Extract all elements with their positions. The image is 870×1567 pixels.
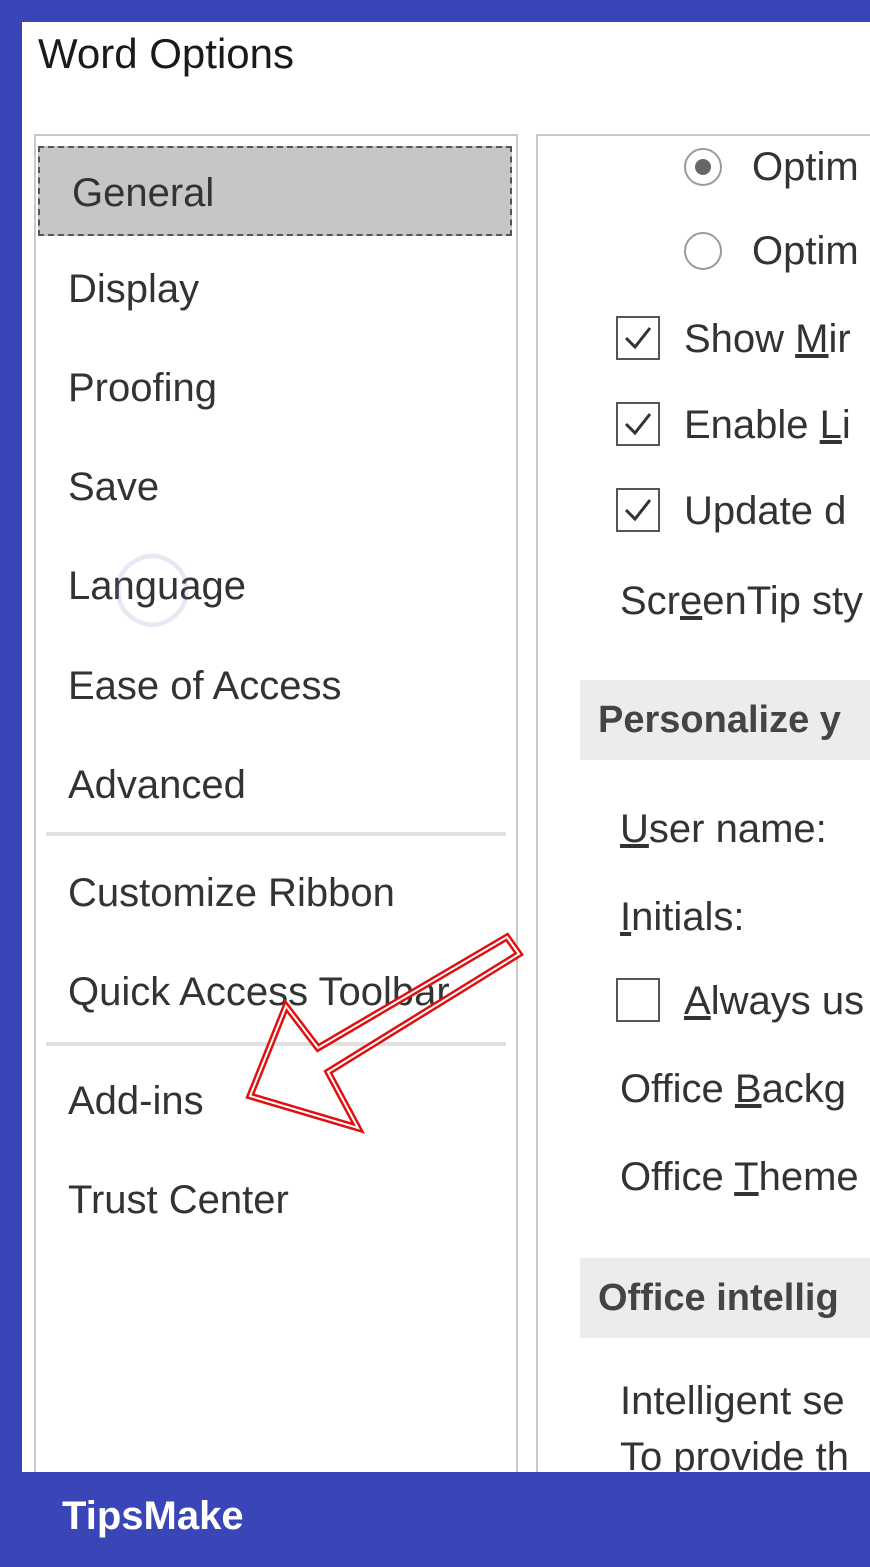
checkbox-always-label: Always us [684,979,865,1023]
options-content: Optim Optim Show Mir Enable Li Update d … [536,134,870,1472]
section-office-intelligent: Office intellig [580,1258,870,1338]
nav-item-display[interactable]: Display [36,244,516,334]
nav-item-general[interactable]: General [38,146,512,236]
checkbox-show-mini-toolbar[interactable] [616,316,660,360]
initials-label: Initials: [620,895,745,939]
radio-option-1[interactable] [684,148,722,186]
checkmark-icon [624,499,652,522]
nav-item-add-ins[interactable]: Add-ins [36,1056,516,1146]
screentip-style-label: ScreenTip sty [620,579,864,623]
radio-option-1-label: Optim [752,145,859,189]
checkbox-enable-live-preview[interactable] [616,402,660,446]
checkbox-show-label: Show Mir [684,317,851,361]
footer-brand: TipsMake [62,1494,244,1538]
intelligent-services-text-1: Intelligent se [620,1379,845,1423]
options-nav: General Display Proofing Save Language E… [34,134,518,1472]
word-options-window: Word Options General Display Proofing Sa… [22,22,870,1472]
radio-option-2[interactable] [684,232,722,270]
checkmark-icon [624,413,652,436]
nav-item-language[interactable]: Language [36,541,516,631]
checkbox-enable-label: Enable Li [684,403,851,447]
nav-item-customize-ribbon[interactable]: Customize Ribbon [36,848,516,938]
nav-separator [46,832,506,836]
nav-item-save[interactable]: Save [36,442,516,532]
nav-separator [46,1042,506,1046]
nav-item-advanced[interactable]: Advanced [36,740,516,830]
nav-item-quick-access-toolbar[interactable]: Quick Access Toolbar [36,947,516,1037]
checkbox-update-document[interactable] [616,488,660,532]
window-title: Word Options [38,30,294,77]
checkmark-icon [624,327,652,350]
user-name-label: User name: [620,807,827,851]
office-background-label: Office Backg [620,1067,847,1111]
section-personalize: Personalize y [580,680,870,760]
nav-item-trust-center[interactable]: Trust Center [36,1155,516,1245]
nav-item-ease-of-access[interactable]: Ease of Access [36,641,516,731]
checkbox-update-label: Update d [684,489,847,533]
office-theme-label: Office Theme [620,1155,859,1199]
radio-option-2-label: Optim [752,229,859,273]
checkbox-always-use[interactable] [616,978,660,1022]
nav-item-proofing[interactable]: Proofing [36,343,516,433]
intelligent-services-text-2: To provide th [620,1435,850,1472]
footer-banner: TipsMake [0,1472,870,1567]
